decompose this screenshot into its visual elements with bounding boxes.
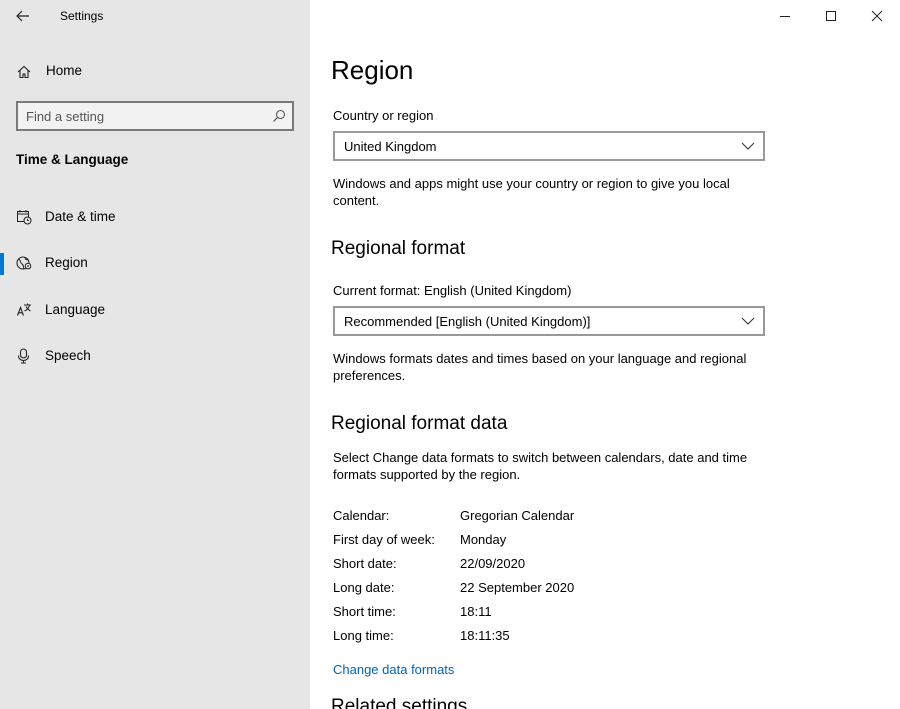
maximize-icon bbox=[826, 11, 836, 21]
regional-format-dropdown[interactable]: Recommended [English (United Kingdom)] bbox=[333, 306, 765, 336]
page-title: Region bbox=[331, 55, 414, 85]
format-data-row: Short time: 18:11 bbox=[333, 604, 773, 624]
change-data-formats-link[interactable]: Change data formats bbox=[333, 662, 454, 677]
format-data-row: Long date: 22 September 2020 bbox=[333, 580, 773, 600]
minimize-button[interactable] bbox=[762, 0, 808, 32]
sidebar-item-region[interactable]: Region bbox=[0, 245, 310, 281]
country-label: Country or region bbox=[333, 108, 434, 123]
regional-format-value: Recommended [English (United Kingdom)] bbox=[344, 314, 591, 329]
row-key: Long date: bbox=[333, 580, 395, 595]
sidebar: Settings Home Time & Language Date & tim… bbox=[0, 0, 310, 709]
row-value: 22/09/2020 bbox=[460, 556, 526, 571]
search-box[interactable] bbox=[16, 101, 294, 131]
row-value: Monday bbox=[460, 532, 507, 547]
back-button[interactable] bbox=[10, 4, 36, 28]
globe-icon bbox=[16, 256, 32, 270]
minimize-icon bbox=[780, 16, 790, 17]
row-key: Short date: bbox=[333, 556, 397, 571]
row-value: 22 September 2020 bbox=[460, 580, 575, 595]
search-input[interactable] bbox=[26, 107, 256, 125]
format-data-row: Long time: 18:11:35 bbox=[333, 628, 773, 648]
selection-indicator bbox=[0, 253, 4, 275]
sidebar-item-speech[interactable]: Speech bbox=[0, 338, 310, 374]
sidebar-item-label: Language bbox=[45, 302, 106, 317]
calendar-clock-icon bbox=[17, 210, 32, 225]
country-description: Windows and apps might use your country … bbox=[333, 176, 730, 208]
sidebar-item-language[interactable]: Language bbox=[0, 292, 310, 328]
row-key: Short time: bbox=[333, 604, 396, 619]
format-data-heading: Regional format data bbox=[331, 413, 508, 434]
app-title: Settings bbox=[60, 9, 104, 23]
close-button[interactable] bbox=[854, 0, 900, 32]
row-key: Calendar: bbox=[333, 508, 390, 523]
main-content: Region Country or region United Kingdom … bbox=[310, 0, 900, 709]
title-bar: Settings bbox=[0, 0, 310, 32]
row-value: Gregorian Calendar bbox=[460, 508, 575, 523]
format-data-row: Short date: 22/09/2020 bbox=[333, 556, 773, 576]
sidebar-item-label: Date & time bbox=[45, 209, 116, 224]
chevron-down-icon bbox=[741, 317, 755, 325]
window-controls bbox=[762, 0, 900, 32]
microphone-icon bbox=[17, 348, 30, 364]
section-title: Time & Language bbox=[16, 152, 129, 167]
back-arrow-icon bbox=[16, 10, 29, 22]
current-format-label: Current format: English (United Kingdom) bbox=[333, 283, 572, 298]
country-dropdown[interactable]: United Kingdom bbox=[333, 131, 765, 161]
format-data-description: Select Change data formats to switch bet… bbox=[333, 450, 748, 482]
language-icon bbox=[16, 303, 31, 316]
row-value: 18:11 bbox=[460, 604, 492, 619]
row-key: Long time: bbox=[333, 628, 394, 643]
format-data-row: Calendar: Gregorian Calendar bbox=[333, 508, 773, 528]
country-value: United Kingdom bbox=[344, 139, 437, 154]
sidebar-item-label: Region bbox=[45, 255, 88, 270]
sidebar-item-label: Speech bbox=[45, 348, 91, 363]
regional-format-heading: Regional format bbox=[331, 238, 466, 259]
chevron-down-icon bbox=[741, 142, 755, 150]
search-icon[interactable] bbox=[272, 109, 286, 123]
format-data-row: First day of week: Monday bbox=[333, 532, 773, 552]
regional-format-description: Windows formats dates and times based on… bbox=[333, 351, 747, 383]
home-label: Home bbox=[46, 63, 83, 78]
home-nav-item[interactable]: Home bbox=[0, 56, 310, 86]
row-value: 18:11:35 bbox=[460, 628, 510, 643]
sidebar-item-date-time[interactable]: Date & time bbox=[0, 199, 310, 235]
home-icon bbox=[17, 65, 31, 79]
close-icon bbox=[871, 10, 883, 22]
related-settings-heading: Related settings bbox=[331, 696, 468, 709]
row-key: First day of week: bbox=[333, 532, 435, 547]
maximize-button[interactable] bbox=[808, 0, 854, 32]
